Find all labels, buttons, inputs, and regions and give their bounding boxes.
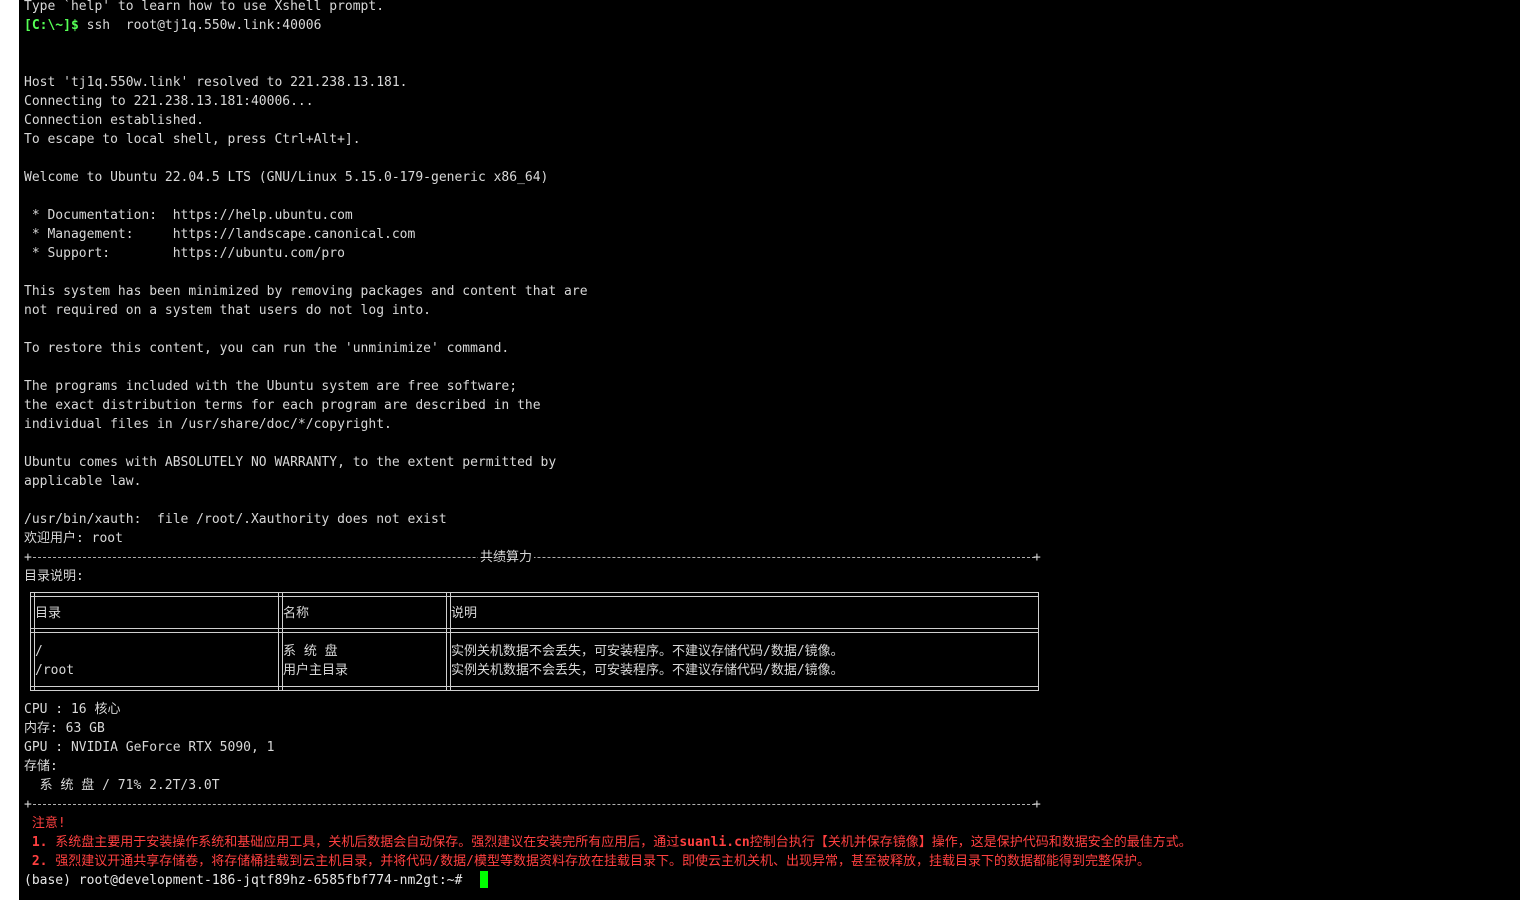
table-header-directory: 目录 bbox=[35, 606, 62, 621]
table-header-description: 说明 bbox=[451, 606, 478, 621]
notice-link-text: suanli.cn bbox=[679, 835, 750, 850]
storage-system-disk: 系 统 盘 / 71% 2.2T/3.0T bbox=[24, 778, 220, 793]
terminal-line: /usr/bin/xauth: file /root/.Xauthority d… bbox=[24, 512, 447, 527]
terminal-line: not required on a system that users do n… bbox=[24, 303, 431, 318]
terminal-line: Ubuntu comes with ABSOLUTELY NO WARRANTY… bbox=[24, 455, 557, 470]
notice-item-2: 2. 强烈建议开通共享存储卷，将存储桶挂载到云主机目录，并将代码/数据/模型等数… bbox=[24, 852, 1150, 871]
terminal-line: applicable law. bbox=[24, 474, 142, 489]
ssh-command: ssh root@tj1q.550w.link:40006 bbox=[78, 18, 322, 33]
notice-text: 系统盘主要用于安装操作系统和基础应用工具，关机后数据会自动保存。强烈建议在安装完… bbox=[47, 835, 680, 850]
terminal-window[interactable]: Type `help' to learn how to use Xshell p… bbox=[19, 0, 1520, 900]
directory-description-label: 目录说明: bbox=[24, 569, 84, 584]
notice-text: 强烈建议开通共享存储卷，将存储桶挂载到云主机目录，并将代码/数据/模型等数据资料… bbox=[47, 854, 1150, 869]
terminal-line: Type `help' to learn how to use Xshell p… bbox=[24, 0, 385, 14]
terminal-line: The programs included with the Ubuntu sy… bbox=[24, 379, 518, 394]
table-cell: /root bbox=[35, 663, 75, 678]
terminal-line: * Documentation: https://help.ubuntu.com bbox=[24, 208, 353, 223]
cpu-info: CPU : 16 核心 bbox=[24, 702, 121, 717]
table-cell: 用户主目录 bbox=[283, 663, 349, 678]
banner-title: 共绩算力 bbox=[478, 548, 535, 567]
table-cell: 实例关机数据不会丢失，可安装程序。不建议存储代码/数据/镜像。 bbox=[451, 644, 844, 659]
text-cursor[interactable] bbox=[480, 871, 488, 888]
terminal-line: Connecting to 221.238.13.181:40006... bbox=[24, 94, 314, 109]
terminal-line: Host 'tj1q.550w.link' resolved to 221.23… bbox=[24, 75, 408, 90]
notice-number: 2. bbox=[24, 854, 48, 869]
local-prompt: [C:\~]$ bbox=[24, 18, 79, 33]
notice-title: 注意! bbox=[24, 816, 66, 831]
shell-prompt: (base) root@development-186-jqtf89hz-658… bbox=[24, 873, 463, 888]
table-header-name: 名称 bbox=[283, 606, 310, 621]
terminal-line: individual files in /usr/share/doc/*/cop… bbox=[24, 417, 392, 432]
terminal-line: To escape to local shell, press Ctrl+Alt… bbox=[24, 132, 361, 147]
table-cell: 系 统 盘 bbox=[283, 644, 338, 659]
terminal-line: This system has been minimized by removi… bbox=[24, 284, 588, 299]
table-cell: 实例关机数据不会丢失，可安装程序。不建议存储代码/数据/镜像。 bbox=[451, 663, 844, 678]
storage-label: 存储: bbox=[24, 759, 58, 774]
table-cell: / bbox=[35, 644, 43, 659]
directory-table: 目录 名称 说明 / 系 统 盘 实例关机数据不会丢失，可安装程序。不建议存储代… bbox=[30, 592, 1039, 691]
terminal-line: Welcome to Ubuntu 22.04.5 LTS (GNU/Linux… bbox=[24, 170, 549, 185]
terminal-line: Connection established. bbox=[24, 113, 205, 128]
memory-info: 内存: 63 GB bbox=[24, 721, 105, 736]
notice-number: 1. bbox=[24, 835, 48, 850]
terminal-line: To restore this content, you can run the… bbox=[24, 341, 510, 356]
terminal-line: [C:\~]$ ssh root@tj1q.550w.link:40006 bbox=[24, 16, 321, 35]
welcome-user-line: 欢迎用户: root bbox=[24, 531, 123, 546]
notice-item-1: 1. 系统盘主要用于安装操作系统和基础应用工具，关机后数据会自动保存。强烈建议在… bbox=[24, 833, 1192, 852]
terminal-line: * Management: https://landscape.canonica… bbox=[24, 227, 416, 242]
notice-text: 控制台执行【关机并保存镜像】操作，这是保护代码和数据安全的最佳方式。 bbox=[749, 835, 1192, 850]
terminal-line: * Support: https://ubuntu.com/pro bbox=[24, 246, 345, 261]
terminal-line: the exact distribution terms for each pr… bbox=[24, 398, 541, 413]
gpu-info: GPU : NVIDIA GeForce RTX 5090, 1 bbox=[24, 740, 275, 755]
